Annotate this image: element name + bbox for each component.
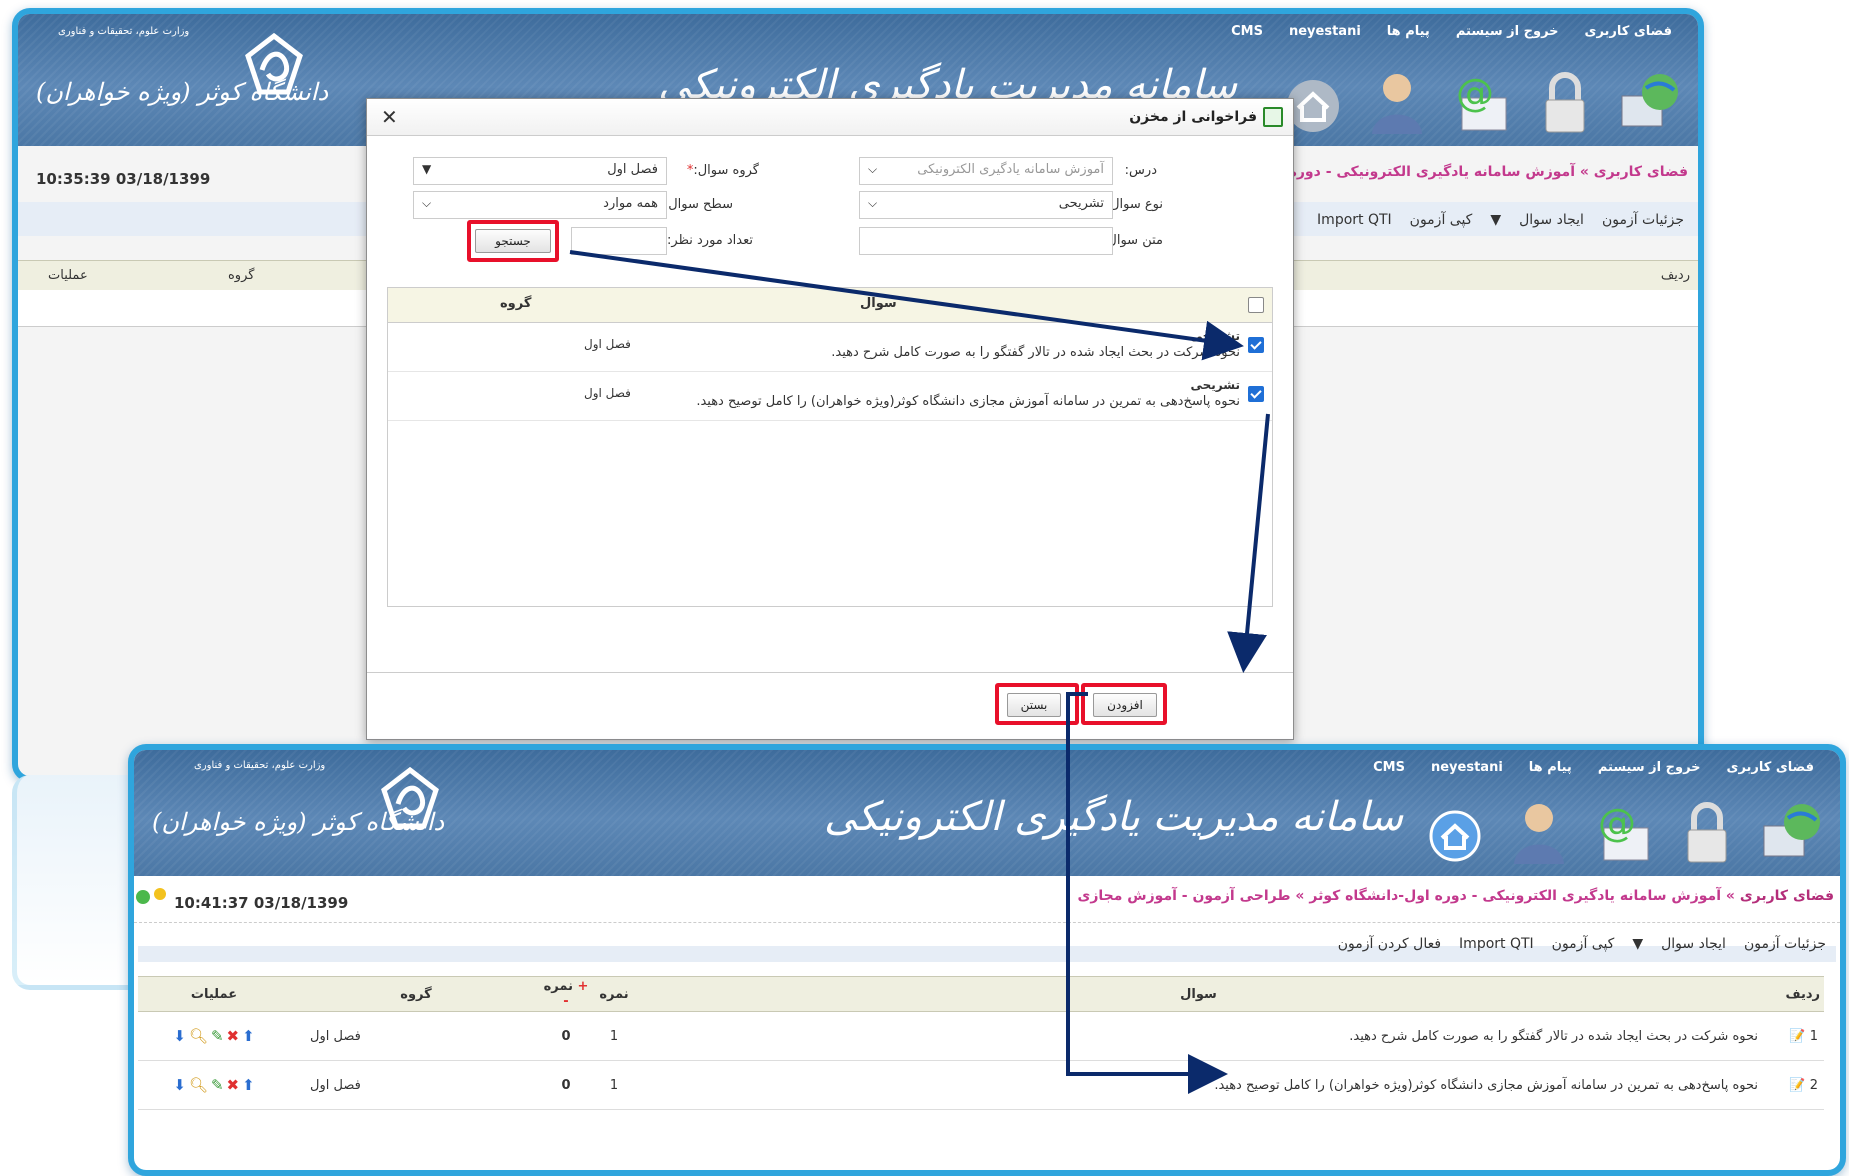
- arrow-checkbox-to-add: [1227, 413, 1270, 673]
- arrow-close-to-table: [1066, 692, 1228, 1094]
- arrow-search-to-checkbox: [569, 250, 1244, 361]
- annotation-arrows: [569, 250, 1270, 1094]
